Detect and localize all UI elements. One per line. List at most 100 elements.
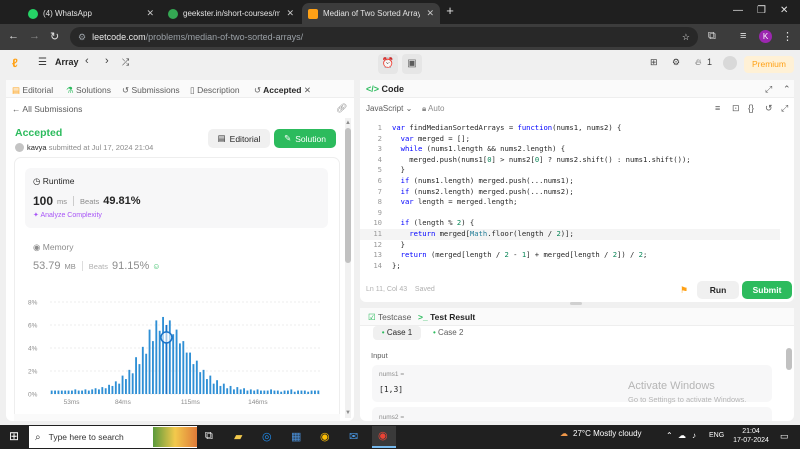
submitter-name[interactable]: kavya (27, 143, 47, 152)
runtime-bar[interactable] (101, 387, 104, 394)
runtime-bar[interactable] (307, 391, 310, 394)
settings-gear-icon[interactable]: ⚙ (672, 57, 680, 68)
runtime-bar[interactable] (246, 390, 249, 394)
close-tab-icon[interactable]: ✕ (420, 8, 434, 19)
runtime-bar[interactable] (283, 390, 286, 394)
language-indicator[interactable]: ENG (709, 432, 724, 439)
runtime-bar[interactable] (128, 369, 131, 394)
case-2-tab[interactable]: • Case 2 (433, 326, 463, 340)
network-icon[interactable]: ☁ (678, 431, 686, 440)
runtime-bar[interactable] (64, 390, 67, 394)
runtime-bar[interactable] (111, 385, 114, 394)
runtime-bar[interactable] (168, 320, 171, 394)
runtime-bar[interactable] (179, 343, 181, 394)
clock[interactable]: 21:04 17-07-2024 (732, 427, 770, 445)
runtime-bar[interactable] (155, 320, 158, 394)
runtime-bar[interactable] (226, 388, 229, 394)
task-view-icon[interactable]: ⧉ (205, 430, 213, 443)
runtime-bar[interactable] (67, 390, 70, 394)
runtime-bar[interactable] (114, 381, 117, 394)
url-field[interactable]: ⚙ leetcode.com/problems/median-of-two-so… (70, 27, 698, 47)
scroll-up-arrow[interactable]: ▲ (345, 120, 351, 126)
bookmark-icon[interactable]: ⊡ (732, 103, 740, 114)
leetcode-logo-icon[interactable]: ℓ (12, 56, 24, 70)
runtime-bar[interactable] (280, 391, 283, 394)
runtime-bar[interactable] (290, 389, 293, 394)
runtime-bar[interactable] (270, 389, 272, 394)
runtime-bar[interactable] (84, 389, 87, 394)
file-explorer-icon[interactable]: ▰ (234, 430, 242, 443)
case-1-tab[interactable]: • Case 1 (373, 326, 421, 340)
runtime-bar[interactable] (209, 375, 212, 394)
runtime-bar[interactable] (222, 383, 225, 394)
expand-icon[interactable]: ⤢ (765, 84, 772, 95)
tab-editorial[interactable]: ▤ Editorial (12, 85, 53, 96)
tab-submissions[interactable]: ↺ Submissions (122, 85, 180, 96)
runtime-bar[interactable] (195, 360, 198, 394)
minimize-icon[interactable]: — (733, 5, 743, 16)
browser-tab-leetcode[interactable]: Median of Two Sorted Arrays - ✕ (302, 3, 440, 24)
runtime-bar[interactable] (239, 389, 242, 394)
runtime-bar[interactable] (276, 390, 279, 394)
runtime-bar[interactable] (182, 341, 185, 394)
runtime-bar[interactable] (256, 389, 259, 394)
runtime-bar[interactable] (104, 388, 107, 394)
streak-fire-icon[interactable]: 🔥︎ (695, 57, 702, 68)
photos-icon[interactable]: ▦ (291, 430, 301, 443)
runtime-bar[interactable] (138, 364, 141, 394)
timer-icon[interactable]: ⏰ (378, 54, 398, 74)
runtime-bar[interactable] (293, 391, 296, 394)
extensions-icon[interactable]: ⧉ (708, 30, 716, 43)
scrollbar-thumb[interactable] (345, 128, 351, 263)
edge-icon[interactable]: ◎ (262, 430, 272, 443)
code-line[interactable]: 11 return merged[Math.floor(length / 2)]… (360, 229, 780, 240)
fullscreen-icon[interactable]: ⤢ (781, 103, 788, 114)
runtime-bar[interactable] (317, 390, 320, 394)
forward-icon[interactable]: → (29, 30, 40, 42)
code-line[interactable]: 4 merged.push(nums1[0] > nums2[0] ? nums… (360, 155, 780, 166)
runtime-bar[interactable] (229, 385, 232, 394)
runtime-bar[interactable] (260, 390, 262, 394)
runtime-bar[interactable] (175, 329, 178, 394)
runtime-bar[interactable] (81, 390, 83, 394)
solution-button[interactable]: ✎ Solution (274, 129, 336, 148)
shuffle-icon[interactable]: ⤮ (122, 57, 129, 68)
tab-solutions[interactable]: ⚗ Solutions (66, 85, 111, 96)
notes-icon[interactable]: ▣ (402, 54, 422, 74)
runtime-bar[interactable] (108, 384, 110, 394)
windows-start-icon[interactable]: ⊞ (9, 429, 19, 443)
runtime-bar[interactable] (253, 390, 256, 394)
runtime-bar[interactable] (233, 389, 235, 394)
code-line[interactable]: 9 (360, 208, 780, 219)
runtime-bar[interactable] (77, 390, 80, 394)
runtime-bar[interactable] (71, 390, 73, 394)
runtime-bar[interactable] (297, 390, 299, 394)
problem-list-label[interactable]: Array (55, 57, 79, 67)
language-select[interactable]: JavaScript ⌄ (366, 104, 412, 113)
runtime-bar[interactable] (216, 380, 218, 394)
close-tab-icon[interactable]: ✕ (304, 85, 311, 95)
runtime-bar[interactable] (303, 390, 306, 394)
weather-widget[interactable]: ☁ 27°C Mostly cloudy (560, 429, 642, 438)
code-line[interactable]: 13 return (merged[length / 2 - 1] + merg… (360, 250, 780, 261)
layout-icon[interactable]: ⊞ (650, 57, 658, 68)
runtime-bar[interactable] (158, 330, 161, 394)
runtime-bar[interactable] (199, 372, 202, 394)
runtime-bar[interactable] (54, 390, 56, 394)
left-scrollbar[interactable] (345, 118, 351, 418)
runtime-bar[interactable] (185, 352, 188, 394)
code-line[interactable]: 14}; (360, 261, 780, 272)
reset-icon[interactable]: ↺ (765, 103, 773, 114)
runtime-bar[interactable] (263, 390, 266, 394)
close-window-icon[interactable]: ✕ (780, 5, 788, 16)
media-icon[interactable]: ≡ (740, 30, 746, 42)
runtime-bar[interactable] (162, 316, 164, 394)
autosave-indicator[interactable]: 🔒︎ Auto (422, 104, 445, 114)
tab-description[interactable]: ▯ Description (190, 85, 240, 96)
tab-accepted[interactable]: ↺ Accepted ✕ (254, 85, 311, 96)
runtime-bar[interactable] (310, 390, 313, 394)
runtime-bar[interactable] (94, 388, 97, 394)
scroll-down-arrow[interactable]: ▼ (345, 410, 351, 416)
code-line[interactable]: 10 if (length % 2) { (360, 218, 780, 229)
braces-icon[interactable]: {} (748, 103, 754, 113)
